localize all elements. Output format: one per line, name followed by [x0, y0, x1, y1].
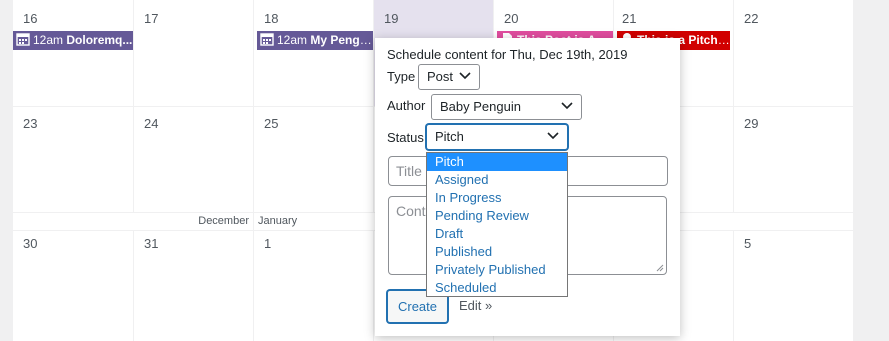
calendar-day[interactable]: 1 [254, 231, 373, 341]
edit-link[interactable]: Edit » [459, 298, 492, 313]
calendar-event[interactable]: 12am My Pengu... [257, 31, 373, 50]
calendar-day[interactable]: 25 [254, 107, 373, 212]
type-select-value: Post [427, 69, 454, 84]
chevron-down-icon [547, 132, 559, 140]
chevron-down-icon [561, 102, 573, 110]
status-option[interactable]: Draft [427, 225, 567, 243]
day-number: 22 [744, 11, 759, 26]
day-number: 17 [144, 11, 159, 26]
calendar-icon [260, 33, 274, 46]
day-number: 24 [144, 116, 159, 131]
day-number: 18 [264, 11, 279, 26]
status-option[interactable]: Scheduled [427, 279, 567, 297]
resize-handle-icon[interactable] [656, 264, 664, 272]
status-option[interactable]: Privately Published [427, 261, 567, 279]
day-number: 31 [144, 236, 159, 251]
author-label: Author [387, 98, 426, 113]
day-number: 5 [744, 236, 752, 251]
day-number: 29 [744, 116, 759, 131]
month-label-december: December [13, 213, 253, 230]
calendar-day[interactable]: 22 [734, 0, 853, 106]
status-option[interactable]: In Progress [427, 189, 567, 207]
status-option[interactable]: Published [427, 243, 567, 261]
type-select[interactable]: Post [418, 64, 480, 90]
status-label: Status [387, 130, 424, 145]
event-time: 12am [33, 33, 64, 47]
day-number: 23 [23, 116, 38, 131]
title-placeholder: Title [396, 163, 422, 179]
author-select[interactable]: Baby Penguin [431, 94, 582, 120]
calendar-day[interactable]: 18 12am My Pengu... [254, 0, 373, 106]
status-option[interactable]: Pending Review [427, 207, 567, 225]
calendar-day[interactable]: 17 [134, 0, 253, 106]
status-option[interactable]: Assigned [427, 171, 567, 189]
day-number: 30 [23, 236, 38, 251]
popover-heading: Schedule content for Thu, Dec 19th, 2019 [387, 47, 628, 62]
day-number: 16 [23, 11, 38, 26]
calendar-day[interactable]: 29 [734, 107, 853, 212]
calendar-day[interactable]: 5 [734, 231, 853, 341]
day-number: 19 [384, 11, 399, 26]
calendar-day[interactable]: 31 [134, 231, 253, 341]
author-select-value: Baby Penguin [440, 99, 521, 114]
day-number: 21 [622, 11, 637, 26]
calendar-day[interactable]: 23 [13, 107, 133, 212]
calendar-day[interactable]: 16 12am Doloremq... [13, 0, 133, 106]
event-time: 12am [277, 33, 308, 47]
day-number: 1 [264, 236, 272, 251]
status-select[interactable]: Pitch [426, 124, 568, 150]
status-select-value: Pitch [435, 129, 464, 144]
day-number: 20 [504, 11, 519, 26]
calendar-day[interactable]: 30 [13, 231, 133, 341]
event-title: Doloremq... [66, 33, 133, 47]
calendar-icon [16, 33, 30, 46]
calendar-event[interactable]: 12am Doloremq... [13, 31, 133, 50]
event-title: My Pengu... [310, 33, 373, 47]
day-number: 25 [264, 116, 279, 131]
chevron-down-icon [459, 72, 471, 80]
type-label: Type [387, 69, 416, 84]
calendar-day[interactable]: 24 [134, 107, 253, 212]
status-dropdown-list: Pitch Assigned In Progress Pending Revie… [426, 152, 568, 297]
status-option[interactable]: Pitch [427, 153, 567, 171]
